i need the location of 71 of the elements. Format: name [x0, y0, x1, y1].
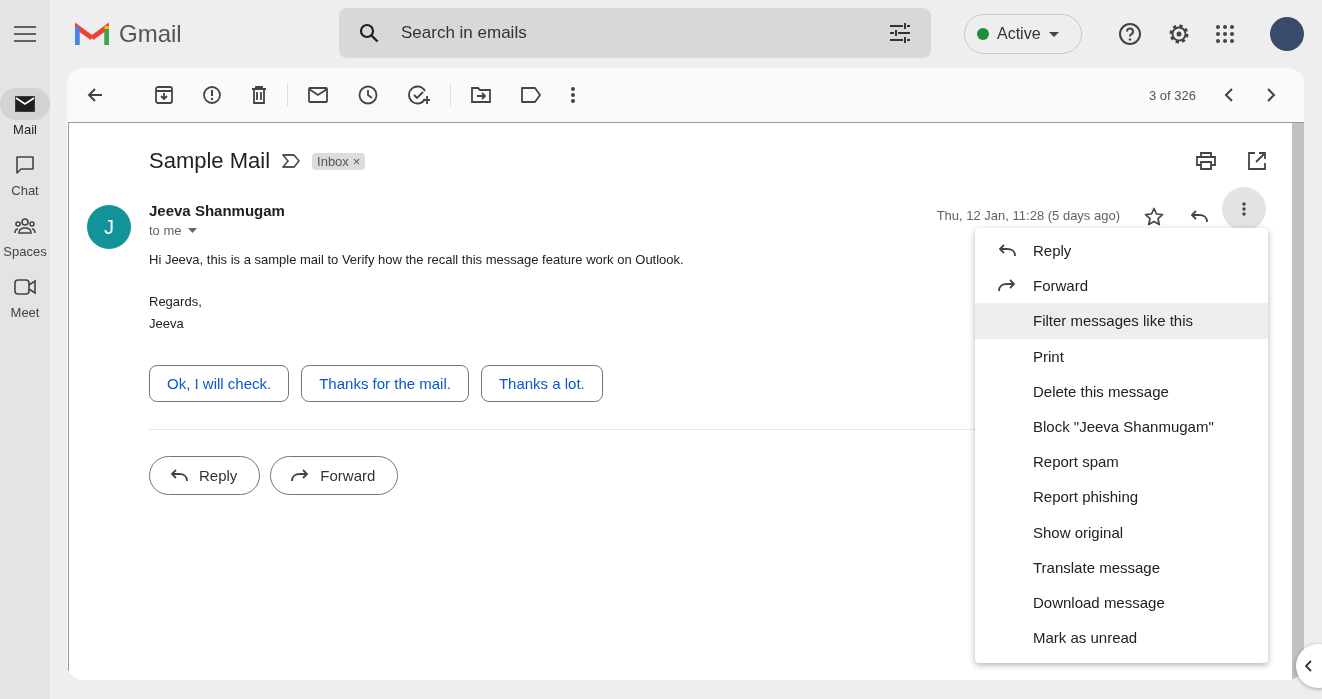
trash-icon[interactable]: [251, 86, 267, 104]
remove-label-button[interactable]: ×: [352, 153, 361, 169]
chevron-left-icon[interactable]: [1224, 88, 1233, 102]
envelope-icon[interactable]: [308, 87, 328, 103]
more-vertical-icon: [1242, 202, 1246, 216]
action-button[interactable]: Forward: [270, 456, 399, 495]
signoff-text: Jeeva: [149, 315, 184, 333]
chevron-right-icon[interactable]: [1267, 88, 1276, 102]
importance-marker-icon[interactable]: [282, 154, 301, 168]
smart-reply-button[interactable]: Thanks a lot.: [480, 365, 603, 402]
profile-avatar[interactable]: [1270, 17, 1304, 51]
menu-item[interactable]: Block "Jeeva Shanmugam": [975, 408, 1268, 445]
email-subject: Sample Mail: [149, 148, 271, 174]
reply-arrow-icon: [997, 244, 1016, 258]
archive-icon[interactable]: [155, 86, 173, 104]
menu-item[interactable]: Delete this message: [975, 373, 1268, 409]
chat-bubble-icon: [15, 155, 35, 175]
more-vertical-icon[interactable]: [571, 87, 575, 103]
app-name: Gmail: [119, 20, 182, 48]
menu-item[interactable]: Report spam: [975, 444, 1268, 480]
menu-item[interactable]: Show original: [975, 514, 1268, 550]
menu-item[interactable]: Forward: [975, 268, 1268, 304]
reply-arrow-icon: [170, 469, 188, 482]
search-field[interactable]: Search in emails: [399, 22, 869, 44]
forward-arrow-icon: [997, 279, 1016, 293]
print-icon[interactable]: [1196, 152, 1216, 170]
search-bar[interactable]: Search in emails: [339, 8, 931, 58]
message-date: Thu, 12 Jan, 11:28 (5 days ago): [936, 207, 1120, 223]
action-button[interactable]: Reply: [149, 456, 261, 495]
recipient-text: to me: [149, 223, 182, 238]
nav-item[interactable]: Chat: [0, 149, 50, 198]
move-to-folder-icon[interactable]: [471, 87, 491, 103]
message-text: Hi Jeeva, this is a sample mail to Verify how the recall this message feature work on Outlook.: [149, 251, 684, 269]
label-chip: Inbox ×: [312, 152, 366, 170]
settings-icon[interactable]: [1167, 22, 1191, 46]
warning-icon[interactable]: [203, 86, 221, 104]
search-icon: [359, 23, 379, 43]
menu-item[interactable]: Print: [975, 338, 1268, 374]
chevron-left-icon: [1305, 660, 1312, 672]
menu-item[interactable]: Download message: [975, 584, 1268, 621]
help-icon[interactable]: [1118, 22, 1142, 46]
back-arrow-icon[interactable]: [87, 87, 103, 103]
menu-item[interactable]: Reply: [975, 233, 1268, 269]
menu-item[interactable]: Filter messages like this: [975, 303, 1268, 339]
video-camera-icon: [14, 279, 36, 295]
open-in-new-window-icon[interactable]: [1248, 152, 1266, 170]
nav-item[interactable]: Meet: [0, 271, 50, 320]
smart-reply-button[interactable]: Thanks for the mail.: [301, 365, 469, 402]
people-icon: [14, 217, 36, 235]
sender-avatar: J: [87, 205, 131, 249]
signoff-text: Regards,: [149, 293, 202, 311]
apps-grid-icon[interactable]: [1216, 25, 1234, 43]
message-counter: 3 of 326: [1149, 87, 1196, 103]
dropdown-caret-icon[interactable]: [187, 228, 197, 233]
clock-icon[interactable]: [358, 85, 378, 105]
star-icon[interactable]: [1144, 206, 1164, 226]
nav-item[interactable]: Spaces: [0, 210, 50, 259]
filter-sliders-icon[interactable]: [889, 23, 911, 43]
reply-arrow-icon[interactable]: [1190, 209, 1208, 223]
menu-item[interactable]: Translate message: [975, 549, 1268, 585]
dropdown-caret-icon: [1048, 31, 1059, 37]
menu-item[interactable]: Mark as unread: [975, 620, 1268, 656]
envelope-m-logo-icon: [75, 21, 109, 47]
check-plus-icon[interactable]: [408, 85, 430, 105]
smart-reply-button[interactable]: Ok, I will check.: [149, 365, 290, 402]
label-tag-icon[interactable]: [521, 87, 541, 103]
forward-arrow-icon: [291, 469, 310, 482]
sender-name: Jeeva Shanmugam: [149, 202, 285, 219]
envelope-icon: [15, 96, 35, 112]
menu-item[interactable]: Report phishing: [975, 479, 1268, 515]
menu-icon[interactable]: [14, 26, 36, 42]
